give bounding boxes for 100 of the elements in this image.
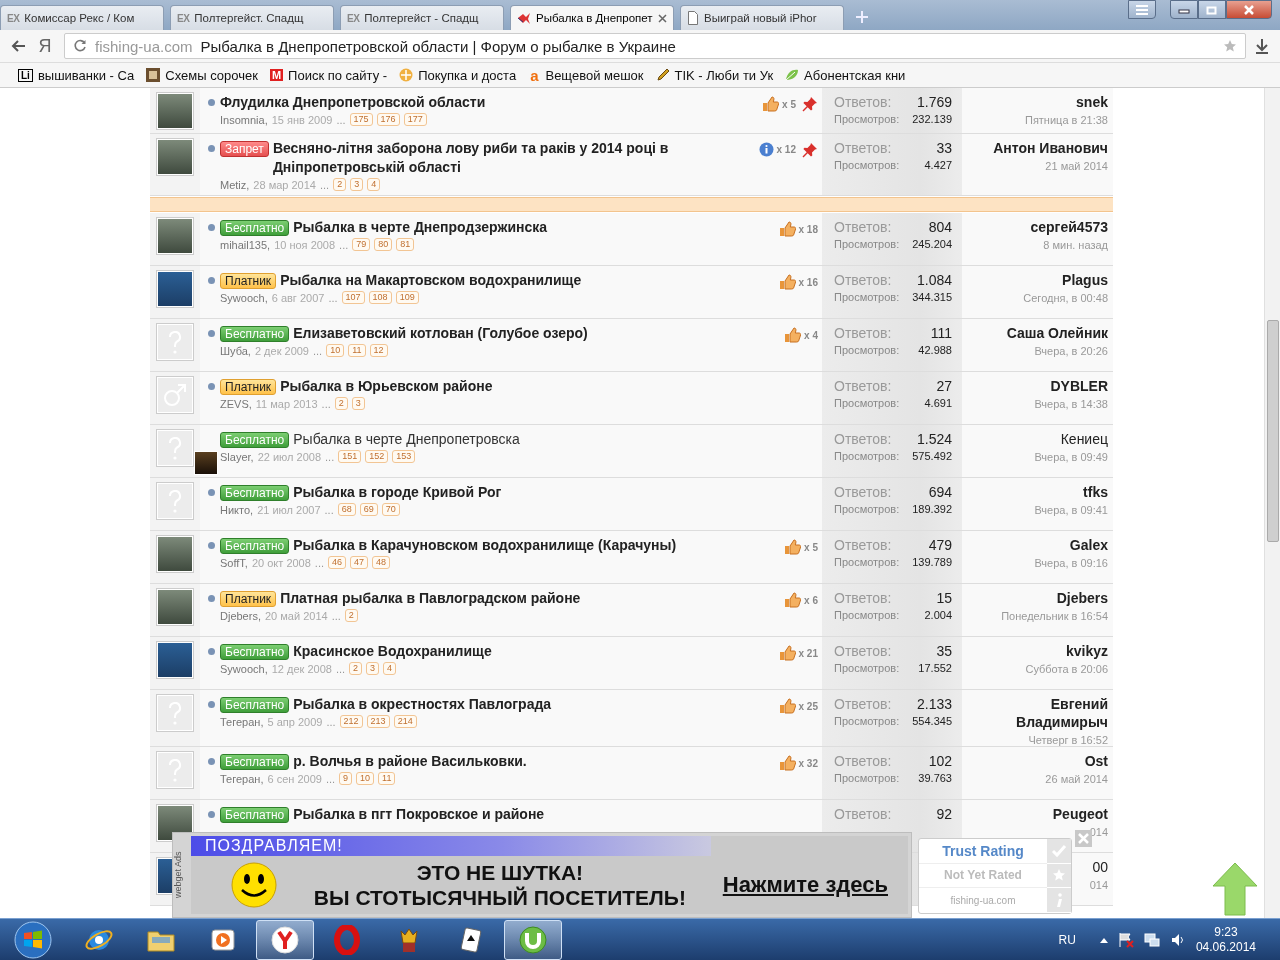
ellipsis: ...	[339, 238, 349, 251]
views-label: Просмотров:	[834, 662, 900, 674]
last-post-time: Вчера, в 09:16	[1034, 557, 1108, 569]
views-label: Просмотров:	[834, 344, 900, 356]
bookmark-favicon: Li	[18, 68, 33, 82]
replies-count: 27	[936, 378, 952, 394]
ellipsis: ...	[319, 178, 330, 191]
bookmark-label: TIK - Люби ти Ук	[674, 67, 774, 83]
thread-date: 28 мар 2014	[253, 178, 316, 191]
bookmark-label: Абонентская кни	[804, 67, 906, 83]
views-count: 17.552	[918, 662, 952, 674]
replies-label: Ответов:	[834, 325, 892, 341]
bookmark-label: Схемы сорочек	[165, 67, 258, 83]
ellipsis: ...	[314, 556, 325, 569]
tab-favicon: EX	[347, 12, 360, 24]
ellipsis: ...	[325, 450, 335, 463]
ellipsis: ...	[321, 397, 331, 410]
last-post-time: Пятница в 21:38	[1024, 114, 1108, 126]
like-count: x 5	[782, 98, 796, 110]
bookmark-label: вышиванки - Са	[37, 67, 135, 83]
ellipsis: ...	[325, 772, 336, 785]
last-post-time: Понедельник в 16:54	[1001, 610, 1108, 622]
views-label: Просмотров:	[834, 113, 900, 125]
ellipsis: ...	[328, 291, 338, 304]
thread-date: 21 июл 2007	[257, 503, 321, 516]
replies-label: Ответов:	[834, 272, 892, 288]
replies-label: Ответов:	[834, 378, 892, 394]
views-count: 42.988	[918, 344, 952, 356]
ad-text: ЭТО НЕ ШУТКА!	[416, 860, 584, 885]
thread-date: 6 авг 2007	[271, 291, 325, 304]
like-count: x 21	[798, 647, 818, 659]
bookmark-label: Поиск по сайту -	[288, 67, 388, 83]
ellipsis: ...	[331, 609, 341, 622]
ellipsis: ...	[326, 715, 336, 728]
tab-favicon: EX	[7, 12, 20, 24]
ad-heading: ПОЗДРАВЛЯЕМ!	[191, 836, 711, 856]
replies-count: 92	[936, 806, 952, 822]
tab-favicon: EX	[177, 12, 190, 24]
ad-side-label: webget Ads	[173, 850, 184, 901]
thread-date: 6 сен 2009	[267, 772, 322, 785]
views-label: Просмотров:	[834, 238, 900, 250]
bookmark-favicon: а	[529, 66, 540, 84]
like-count: x 5	[804, 541, 818, 553]
replies-label: Ответов:	[834, 537, 892, 553]
views-label: Просмотров:	[834, 503, 900, 515]
replies-label: Ответов:	[834, 484, 892, 500]
last-post-time: Четверг в 16:52	[1028, 734, 1108, 746]
views-count: 2.004	[924, 609, 952, 621]
thread-date: 10 ноя 2008	[274, 238, 336, 251]
replies-count: 479	[928, 537, 952, 553]
replies-count: 35	[936, 643, 952, 659]
views-count: 139.789	[912, 556, 952, 568]
last-post-time: 8 мин. назад	[1043, 239, 1108, 251]
replies-count: 15	[936, 590, 952, 606]
ellipsis: ...	[336, 113, 346, 126]
replies-label: Ответов:	[834, 753, 892, 769]
views-label: Просмотров:	[834, 609, 900, 621]
views-label: Просмотров:	[834, 291, 900, 303]
like-count: x 32	[798, 757, 818, 769]
last-post-time: Вчера, в 09:49	[1034, 451, 1108, 463]
thread-date: 11 мар 2013	[255, 397, 318, 410]
ad-text: ВЫ СТОТЫСЯЧНЫЙ ПОСЕТИТЕЛЬ!	[313, 885, 686, 910]
thread-date: 20 май 2014	[264, 609, 328, 622]
replies-label: Ответов:	[834, 431, 892, 447]
views-label: Просмотров:	[834, 715, 900, 727]
replies-count: 2.133	[916, 696, 952, 712]
bookmark-label: Покупка и доста	[418, 67, 517, 83]
replies-label: Ответов:	[834, 696, 892, 712]
views-count: 232.139	[912, 113, 952, 125]
replies-label: Ответов:	[834, 94, 892, 110]
like-count: x 16	[798, 276, 818, 288]
ellipsis: ...	[313, 344, 323, 357]
views-label: Просмотров:	[834, 397, 900, 409]
like-count: x 18	[798, 223, 818, 235]
ellipsis: ...	[324, 503, 334, 516]
replies-label: Ответов:	[834, 140, 892, 156]
views-count: 575.492	[912, 450, 952, 462]
views-count: 344.315	[912, 291, 952, 303]
replies-count: 804	[928, 219, 952, 235]
views-label: Просмотров:	[834, 556, 900, 568]
bookmark-favicon: M	[269, 69, 284, 81]
replies-count: 694	[928, 484, 952, 500]
replies-count: 102	[928, 753, 952, 769]
like-count: x 6	[804, 594, 818, 606]
last-post-time: Вчера, в 09:41	[1034, 504, 1108, 516]
thread-date: 15 янв 2009	[271, 113, 333, 126]
last-post-time: Вчера, в 14:38	[1034, 398, 1108, 410]
thread-date: 12 дек 2008	[271, 662, 332, 675]
replies-label: Ответов:	[834, 806, 892, 822]
thread-date: 20 окт 2008	[251, 556, 311, 569]
views-count: 39.763	[918, 772, 952, 784]
last-post-time: Вчера, в 20:26	[1034, 345, 1108, 357]
views-label: Просмотров:	[834, 772, 900, 784]
replies-count: 1.769	[916, 94, 952, 110]
last-post-time: Суббота в 20:06	[1025, 663, 1108, 675]
last-post-time: Сегодня, в 00:48	[1023, 292, 1108, 304]
replies-count: 111	[930, 325, 952, 341]
like-count: x 25	[798, 700, 818, 712]
replies-label: Ответов:	[834, 219, 892, 235]
ellipsis: ...	[335, 662, 346, 675]
